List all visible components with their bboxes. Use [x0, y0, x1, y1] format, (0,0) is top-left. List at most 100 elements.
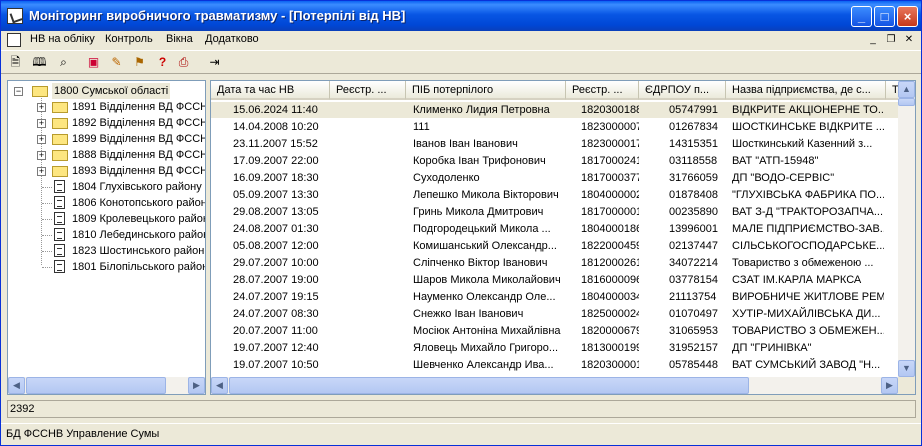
table-row[interactable]: 15.06.2024 11:40 Клименко Лидия Петровна 1… — [211, 102, 898, 118]
tree-view[interactable]: − 1800 Сумської області + 1891 Відділенн… — [7, 80, 206, 395]
table-row[interactable]: 28.07.2007 19:00 Шаров Микола Миколайович… — [211, 272, 898, 288]
table-cell: Коробка Іван Трифонович — [413, 155, 546, 167]
grid-vscrollbar[interactable]: ▲ ▼ — [898, 81, 915, 377]
table-row[interactable]: 16.09.2007 18:30 Суходоленко 1817000377 317… — [211, 170, 898, 186]
menu-dodatkovo[interactable]: Додатково — [205, 33, 259, 45]
table-cell — [334, 306, 404, 322]
grid-header: Дата та час НВ Реєстр. ... ПІБ потерпіло… — [211, 81, 915, 100]
folder-icon — [52, 150, 68, 161]
scroll-left-icon[interactable]: ◀ — [211, 377, 228, 394]
expand-icon[interactable]: + — [37, 119, 46, 128]
scroll-right-icon[interactable]: ▶ — [188, 377, 205, 394]
menu-vikna[interactable]: Вікна — [166, 33, 193, 45]
scroll-down-icon[interactable]: ▼ — [898, 360, 915, 377]
status-bar: БД ФССНВ Управление Сумы — [1, 423, 921, 445]
mdi-child-icon[interactable] — [7, 33, 21, 47]
table-cell: 1817000377 — [581, 172, 639, 184]
maximize-button[interactable]: □ — [874, 6, 895, 27]
table-cell: ВАТ З-Д "ТРАКТОРОЗАПЧА... — [732, 206, 884, 218]
folder-icon — [52, 102, 68, 113]
book-icon[interactable]: 🕮 — [31, 54, 48, 71]
table-cell: 1820300001 — [581, 359, 639, 371]
table-row[interactable]: 17.09.2007 22:00 Коробка Іван Трифонович 1… — [211, 153, 898, 169]
table-cell: МАЛЕ ПІДПРИЄМСТВО-ЗАВ... — [732, 223, 884, 235]
table-row[interactable]: 19.07.2007 10:50 Шевченко Александр Ива..… — [211, 357, 898, 373]
close-button[interactable]: × — [897, 6, 918, 27]
table-cell — [334, 102, 404, 118]
document-icon — [54, 244, 65, 257]
table-cell — [334, 153, 404, 169]
scroll-up-icon[interactable]: ▲ — [898, 81, 915, 98]
col-header-date[interactable]: Дата та час НВ — [211, 81, 330, 100]
table-row[interactable]: 24.07.2007 08:30 Снежко Іван Іванович 1825… — [211, 306, 898, 322]
table-row[interactable]: 05.09.2007 13:30 Лепешко Микола Вікторови… — [211, 187, 898, 203]
expand-icon[interactable]: + — [37, 103, 46, 112]
table-cell — [334, 204, 404, 220]
menu-kontrol[interactable]: Контроль — [105, 33, 153, 45]
table-cell: 1820300188 — [581, 104, 639, 116]
table-cell: 29.07.2007 10:00 — [233, 257, 319, 269]
col-header-edrpou[interactable]: ЄДРПОУ п... — [639, 81, 726, 100]
table-cell: 1804000002 — [581, 189, 639, 201]
expand-icon[interactable]: + — [37, 151, 46, 160]
col-header-reg1[interactable]: Реєстр. ... — [330, 81, 406, 100]
table-row[interactable]: 24.08.2007 01:30 Подгородецький Микола ..… — [211, 221, 898, 237]
scroll-thumb[interactable] — [26, 377, 166, 394]
record-count: 2392 — [7, 400, 916, 418]
table-cell: СЗАТ ІМ.КАРЛА МАРКСА — [732, 274, 862, 286]
mdi-minimize-icon[interactable]: _ — [865, 33, 881, 47]
edit-icon[interactable]: ✎ — [108, 54, 125, 71]
table-cell: 03118558 — [669, 155, 718, 167]
table-row[interactable]: 24.07.2007 19:15 Науменко Олександр Оле..… — [211, 289, 898, 305]
table-cell — [334, 119, 404, 135]
table-cell: Шевченко Александр Ива... — [413, 359, 554, 371]
scroll-right-icon[interactable]: ▶ — [881, 377, 898, 394]
table-row[interactable]: 20.07.2007 11:00 Мосіюк Антоніна Михайлів… — [211, 323, 898, 339]
stamp-icon[interactable]: ⚑ — [131, 54, 148, 71]
table-cell: Сліпченко Віктор Іванович — [413, 257, 548, 269]
mdi-close-icon[interactable]: ✕ — [901, 33, 917, 47]
table-cell: 00235890 — [669, 206, 718, 218]
table-cell: Шаров Микола Миколайович — [413, 274, 561, 286]
col-header-name[interactable]: ПІБ потерпілого — [406, 81, 566, 100]
table-cell: 34072214 — [669, 257, 718, 269]
table-cell: СІЛЬСЬКОГОСПОДАРСЬКЕ... — [732, 240, 884, 252]
table-row[interactable]: 29.07.2007 10:00 Сліпченко Віктор Іванови… — [211, 255, 898, 271]
expand-icon[interactable]: + — [37, 167, 46, 176]
minimize-button[interactable]: _ — [851, 6, 872, 27]
table-cell: 1817000001 — [581, 206, 639, 218]
table-row[interactable]: 19.07.2007 12:40 Яловець Михайло Григоро.… — [211, 340, 898, 356]
scroll-left-icon[interactable]: ◀ — [8, 377, 25, 394]
help-icon[interactable]: ? — [154, 54, 171, 71]
mdi-restore-icon[interactable]: ❐ — [883, 33, 899, 47]
table-cell: 1820000679 — [581, 325, 639, 337]
table-row[interactable]: 29.08.2007 13:05 Гринь Микола Дмитрович 18… — [211, 204, 898, 220]
app-icon[interactable] — [7, 8, 23, 24]
table-cell: Гринь Микола Дмитрович — [413, 206, 544, 218]
document-icon[interactable]: 🗎 — [7, 54, 24, 71]
table-row[interactable]: 23.11.2007 15:52 Іванов Іван Іванович 1823… — [211, 136, 898, 152]
col-header-reg2[interactable]: Реєстр. ... — [566, 81, 639, 100]
scroll-thumb[interactable] — [898, 98, 915, 106]
expand-icon[interactable]: + — [37, 135, 46, 144]
table-cell: 111 — [413, 121, 430, 133]
table-cell: Лепешко Микола Вікторович — [413, 189, 559, 201]
table-row[interactable]: 14.04.2008 10:20 111 1823000007 01267834 ШОС… — [211, 119, 898, 135]
tree-hscrollbar[interactable]: ◀ ▶ — [8, 377, 205, 394]
table-cell: 02137447 — [669, 240, 718, 252]
exit-icon[interactable]: ⇥ — [206, 54, 223, 71]
victims-grid[interactable]: Дата та час НВ Реєстр. ... ПІБ потерпіло… — [210, 80, 916, 395]
grid-hscrollbar[interactable]: ◀ ▶ — [211, 377, 898, 394]
folder-new-icon[interactable]: ▣ — [85, 54, 102, 71]
table-cell: Мосіюк Антоніна Михайлівна — [413, 325, 561, 337]
search-icon[interactable]: ⌕ — [55, 54, 72, 71]
table-cell: 14.04.2008 10:20 — [233, 121, 319, 133]
table-row[interactable]: 05.08.2007 12:00 Комишанський Олександр..… — [211, 238, 898, 254]
title-bar[interactable]: Моніторинг виробничого травматизму - [По… — [1, 1, 921, 31]
collapse-icon[interactable]: − — [14, 87, 23, 96]
col-header-company[interactable]: Назва підприємства, де с... — [726, 81, 886, 100]
scroll-thumb[interactable] — [229, 377, 749, 394]
table-cell: 24.07.2007 08:30 — [233, 308, 319, 320]
menu-nv-na-obliku[interactable]: НВ на обліку — [30, 33, 95, 45]
printer-icon[interactable]: ⎙ — [175, 54, 192, 71]
